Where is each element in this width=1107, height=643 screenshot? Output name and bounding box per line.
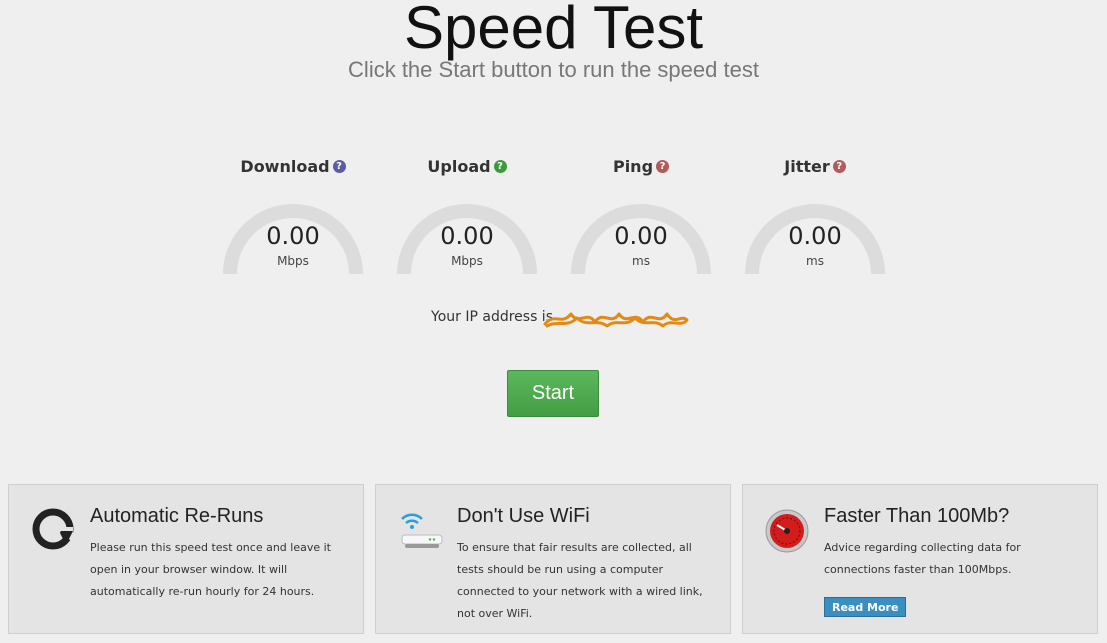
card-title: Faster Than 100Mb? [824, 505, 1010, 527]
ping-value: 0.00 [614, 222, 668, 250]
start-button[interactable]: Start [507, 370, 599, 417]
wifi-router-icon [396, 505, 444, 557]
card-title: Don't Use WiFi [457, 505, 590, 527]
card-automatic-reruns: Automatic Re-Runs Please run this speed … [8, 484, 364, 634]
ip-redaction-scribble [543, 312, 689, 328]
page-title: Speed Test [403, 0, 704, 61]
read-more-button[interactable]: Read More [824, 597, 907, 617]
jitter-label: Jitter [784, 157, 830, 176]
jitter-gauge: Jitter? 0.00 ms [735, 156, 895, 280]
upload-gauge: Upload? 0.00 Mbps [387, 156, 547, 280]
card-text: To ensure that fair results are collecte… [457, 541, 703, 620]
ping-help-icon[interactable]: ? [656, 160, 670, 173]
ip-address-label: Your IP address is [431, 309, 553, 325]
ping-label: Ping [612, 157, 654, 176]
upload-unit: Mbps [451, 254, 483, 268]
download-label: Download [240, 157, 330, 176]
download-help-icon[interactable]: ? [332, 160, 346, 173]
ping-gauge: Ping? 0.00 ms [561, 156, 721, 280]
card-dont-use-wifi: Don't Use WiFi To ensure that fair resul… [375, 484, 731, 634]
download-value: 0.00 [266, 222, 320, 250]
upload-help-icon[interactable]: ? [493, 160, 507, 173]
upload-value: 0.00 [440, 222, 494, 250]
download-gauge: Download? 0.00 Mbps [213, 156, 373, 280]
speedometer-icon [763, 505, 811, 557]
card-text: Please run this speed test once and leav… [90, 541, 331, 598]
rerun-icon [29, 505, 77, 557]
download-unit: Mbps [277, 254, 309, 268]
jitter-value: 0.00 [788, 222, 842, 250]
card-text: Advice regarding collecting data for con… [824, 541, 1021, 576]
page-subtitle: Click the Start button to run the speed … [348, 57, 759, 82]
upload-label: Upload [427, 157, 491, 176]
jitter-help-icon[interactable]: ? [832, 160, 846, 173]
jitter-unit: ms [806, 254, 824, 268]
ping-unit: ms [632, 254, 650, 268]
card-faster-than-100mb: Faster Than 100Mb? Advice regarding coll… [742, 484, 1098, 634]
card-title: Automatic Re-Runs [90, 505, 264, 527]
